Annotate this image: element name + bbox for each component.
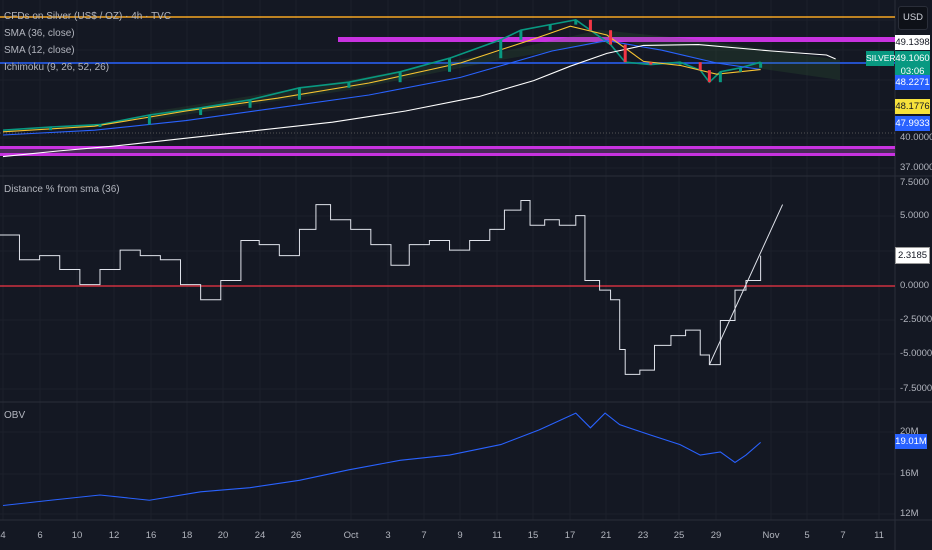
distance-current-tag: 2.3185 [895,247,930,264]
ichimoku-cloud [150,30,840,120]
distance-tick: -7.5000 [900,383,932,394]
candle [718,71,722,83]
candle [448,58,452,72]
obv-series [2,412,761,507]
time-label: Nov [762,530,780,541]
candle [588,19,592,31]
obv-tick: 16M [900,468,919,479]
time-label: 18 [181,530,193,541]
candle [623,44,627,63]
trend-line [708,204,784,365]
legend-sma36[interactable]: SMA (36, close) [4,28,75,39]
time-label: 12 [108,530,120,541]
time-label: 29 [710,530,722,541]
time-label: 21 [600,530,612,541]
distance-tick: 0.0000 [900,280,930,291]
price-tick: 37.0000 [900,162,932,173]
magenta-zone-lower [0,146,895,149]
distance-tick: -5.0000 [900,348,932,359]
candle [519,30,523,40]
price-tag: 48.1776 [895,99,930,114]
price-tag: 47.9933 [895,116,930,131]
candle [347,82,351,88]
time-label: 23 [637,530,649,541]
time-label: 15 [527,530,539,541]
time-label: 17 [564,530,576,541]
candle [49,127,53,131]
candle [707,70,711,83]
obv-pane-title[interactable]: OBV [4,410,25,421]
legend-sma12[interactable]: SMA (12, close) [4,45,75,56]
candle [248,99,252,108]
time-label: 10 [71,530,83,541]
candle [98,124,102,127]
obv-current-tag: 19.01M [895,434,927,449]
candle [738,67,742,72]
time-label: 6 [37,530,43,541]
time-label: Oct [343,530,359,541]
distance-pane-title[interactable]: Distance % from sma (36) [4,184,120,195]
distance-tick: -2.5000 [900,314,932,325]
time-label: 24 [254,530,266,541]
candle [199,107,203,115]
distance-tick: 5.0000 [900,210,930,221]
time-label: 7 [840,530,846,541]
candle [297,87,301,100]
chart-canvas[interactable] [0,0,932,550]
currency-button[interactable]: USD [898,6,928,30]
price-tick: 40.0000 [900,132,932,143]
symbol-title[interactable]: CFDs on Silver (US$ / OZ) · 4h · TVC [4,11,171,22]
magenta-zone-lower [0,153,895,156]
time-label: 7 [421,530,427,541]
time-label: 11 [874,530,884,541]
time-label: 11 [492,530,502,541]
symbol-tag: SILVER [866,51,896,66]
candle [649,62,653,65]
candle [759,62,763,68]
candle [499,39,503,59]
candle [678,62,682,65]
time-label: 20 [217,530,229,541]
candle [147,115,151,125]
time-label: 25 [673,530,685,541]
candle [398,71,402,83]
distance-tick: 7.5000 [900,177,930,188]
time-label: 4 [0,530,6,541]
candle [609,30,613,45]
time-label: 16 [145,530,157,541]
time-label: 9 [457,530,463,541]
price-tag: 48.2271 [895,75,930,90]
time-label: 5 [804,530,810,541]
time-label: 26 [290,530,302,541]
candle [574,19,578,25]
candle [548,24,552,31]
price-tag: 49.1398 [895,35,930,50]
time-label: 3 [385,530,391,541]
candle [698,62,702,71]
obv-tick: 12M [900,508,919,519]
legend-ichimoku[interactable]: Ichimoku (9, 26, 52, 26) [4,62,109,73]
